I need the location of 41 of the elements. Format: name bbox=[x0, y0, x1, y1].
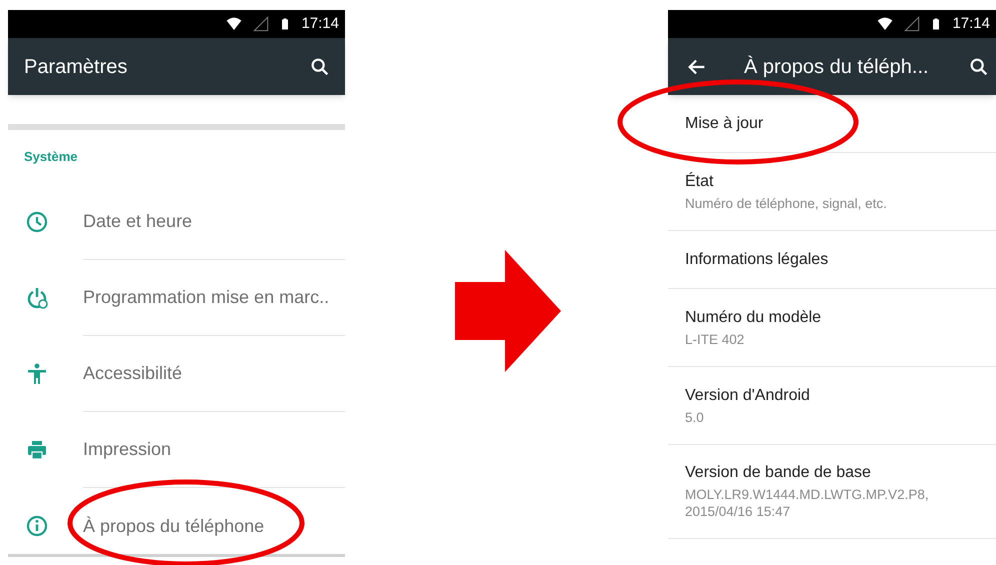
item-label: Accessibilité bbox=[83, 362, 182, 385]
item-title: État bbox=[685, 172, 714, 192]
info-icon bbox=[24, 514, 48, 538]
item-summary: Numéro de téléphone, signal, etc. bbox=[685, 194, 888, 212]
settings-item[interactable]: Informations légales bbox=[668, 231, 996, 289]
item-title: Informations légales bbox=[685, 250, 830, 270]
item-title: Mise à jour bbox=[685, 114, 764, 134]
toolbar-title: Paramètres bbox=[24, 54, 128, 80]
item-title: Version d'Android bbox=[685, 386, 811, 406]
section-header: Système bbox=[24, 148, 78, 166]
signal-icon bbox=[253, 16, 270, 32]
signal-icon bbox=[904, 16, 920, 32]
item-summary: MOLY.LR9.W1444.MD.LWTG.MP.V2.P8, 2015/04/16 15:47 bbox=[685, 486, 930, 520]
item-label: À propos du téléphone bbox=[83, 514, 264, 538]
settings-item[interactable]: Version d'Android 5.0 bbox=[668, 367, 996, 445]
settings-item[interactable]: Mise à jour bbox=[668, 95, 996, 153]
wifi-icon bbox=[876, 16, 894, 32]
status-time: 17:14 bbox=[952, 14, 990, 34]
settings-item[interactable]: Accessibilité bbox=[8, 336, 345, 412]
toolbar-title: À propos du téléph... bbox=[744, 54, 930, 80]
search-icon bbox=[309, 56, 331, 78]
item-title: Numéro du modèle bbox=[685, 308, 822, 328]
clock-icon bbox=[24, 210, 48, 234]
item-summary: 5.0 bbox=[685, 408, 705, 426]
settings-item[interactable]: Version de bande de base MOLY.LR9.W1444.MD.LWTG.MP.V2.P8, 2015/04/16 15:47 bbox=[668, 445, 996, 539]
settings-item[interactable]: À propos du téléphone bbox=[8, 488, 345, 564]
settings-item[interactable]: Numéro du modèle L-ITE 402 bbox=[668, 289, 996, 367]
settings-item[interactable]: Programmation mise en marc.. bbox=[8, 260, 345, 336]
item-label: Date et heure bbox=[83, 210, 192, 233]
settings-item[interactable]: Date et heure bbox=[8, 184, 345, 260]
item-label: Impression bbox=[83, 438, 172, 461]
settings-item[interactable]: État Numéro de téléphone, signal, etc. bbox=[668, 153, 996, 231]
item-summary: L-ITE 402 bbox=[685, 330, 746, 348]
search-icon bbox=[968, 56, 990, 78]
status-time: 17:14 bbox=[301, 14, 339, 34]
search-button[interactable] bbox=[968, 56, 990, 78]
search-button[interactable] bbox=[309, 56, 331, 78]
wifi-icon bbox=[225, 16, 244, 32]
item-title: Version de bande de base bbox=[685, 463, 872, 483]
item-label: Programmation mise en marc.. bbox=[83, 286, 330, 309]
settings-item[interactable]: Impression bbox=[8, 412, 345, 488]
